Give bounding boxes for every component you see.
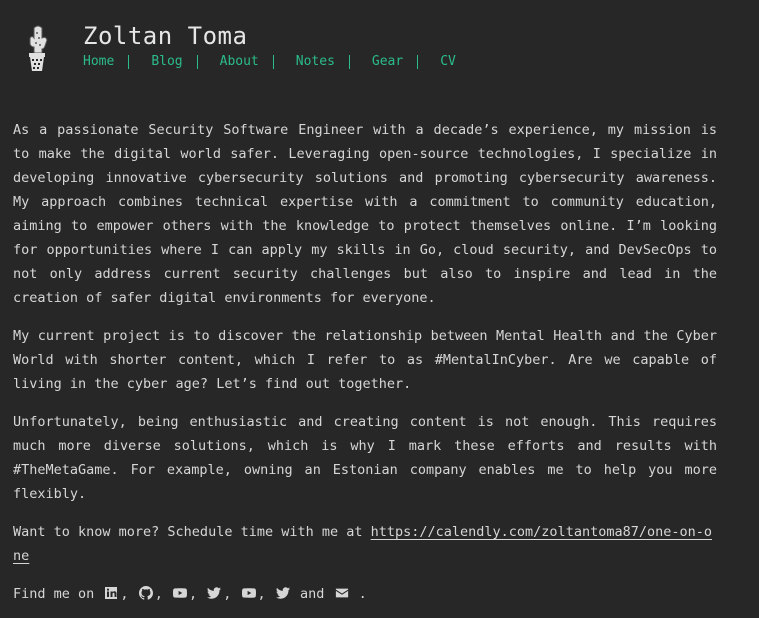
separator: , bbox=[188, 586, 198, 602]
and-text: and bbox=[299, 586, 325, 602]
nav-cv[interactable]: CV bbox=[440, 55, 470, 69]
nav-blog[interactable]: Blog bbox=[151, 55, 198, 69]
intro-paragraph: As a passionate Security Software Engine… bbox=[13, 122, 717, 306]
project-paragraph: My current project is to discover the re… bbox=[13, 328, 717, 392]
separator: , bbox=[120, 586, 129, 602]
youtube-icon[interactable] bbox=[172, 584, 187, 598]
envelope-icon[interactable] bbox=[335, 584, 349, 598]
main-nav: Home Blog About Notes Gear CV bbox=[83, 55, 492, 69]
site-title[interactable]: Zoltan Toma bbox=[83, 22, 247, 50]
separator: , bbox=[257, 586, 266, 602]
nav-notes[interactable]: Notes bbox=[296, 55, 350, 69]
schedule-text: Want to know more? Schedule time with me… bbox=[13, 524, 371, 540]
linkedin-icon[interactable] bbox=[104, 584, 118, 599]
youtube-icon[interactable] bbox=[241, 584, 256, 598]
schedule-paragraph: Want to know more? Schedule time with me… bbox=[13, 520, 717, 568]
main-content: As a passionate Security Software Engine… bbox=[13, 118, 717, 606]
nav-home[interactable]: Home bbox=[83, 55, 130, 69]
twitter-icon[interactable] bbox=[275, 584, 290, 599]
separator: , bbox=[154, 586, 163, 602]
site-header: Zoltan Toma Home Blog About Notes Gear C… bbox=[0, 0, 759, 110]
period: . bbox=[358, 586, 367, 602]
metagame-paragraph: Unfortunately, being enthusiastic and cr… bbox=[13, 414, 717, 502]
cactus-logo-icon[interactable] bbox=[20, 24, 54, 72]
github-icon[interactable] bbox=[138, 584, 153, 600]
social-prefix: Find me on bbox=[13, 586, 95, 602]
twitter-icon[interactable] bbox=[207, 584, 222, 599]
social-links: Find me on , , , , , and . bbox=[13, 582, 717, 606]
separator: , bbox=[223, 586, 232, 602]
nav-about[interactable]: About bbox=[220, 55, 274, 69]
nav-gear[interactable]: Gear bbox=[372, 55, 419, 69]
